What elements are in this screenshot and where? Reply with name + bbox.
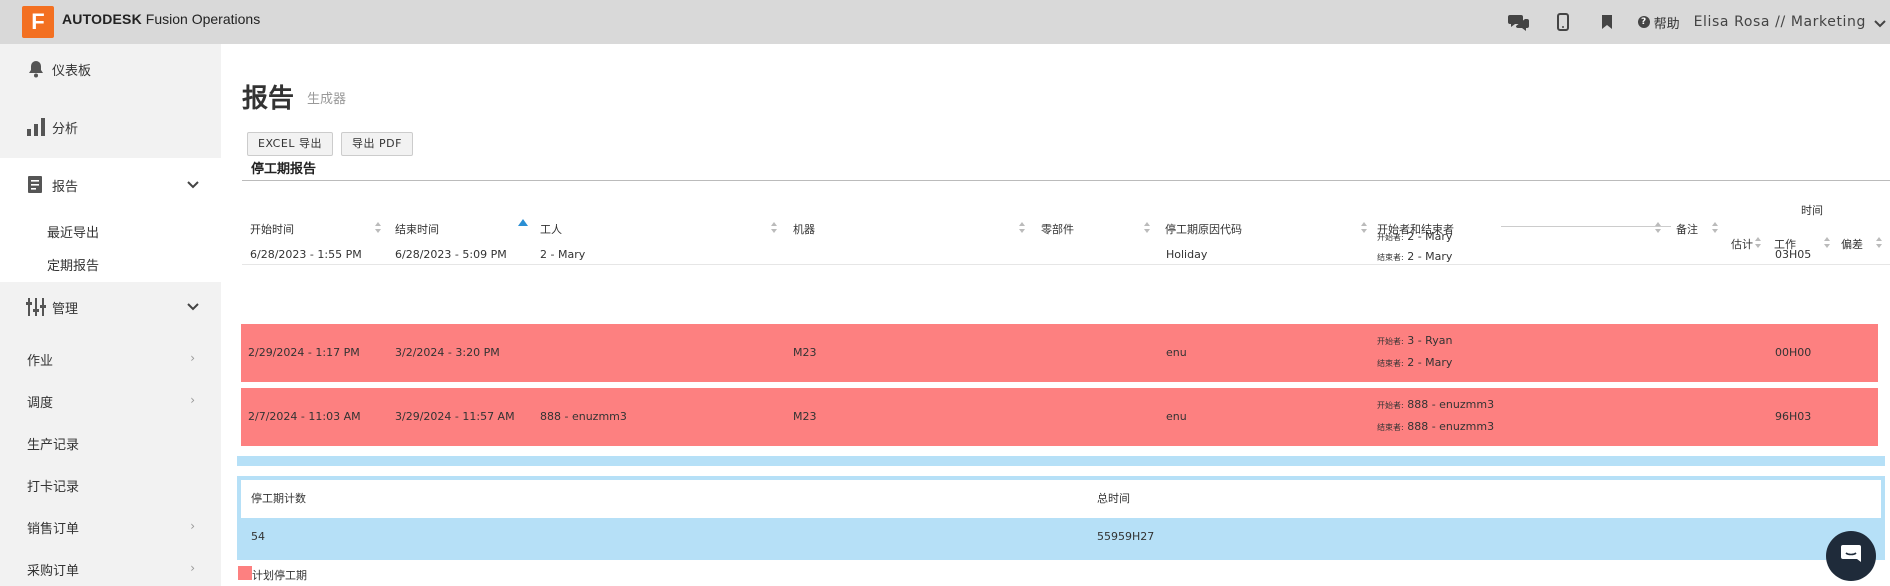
help-icon: ? (1637, 16, 1650, 28)
table-row[interactable]: 2/29/2024 - 1:17 PM 3/2/2024 - 3:20 PM M… (241, 324, 1878, 382)
cell-ender: 结束者: 888 - enuzmm3 (1377, 420, 1494, 433)
starter-value: 2 - Mary (1407, 230, 1453, 243)
sidebar-subitem-recent-exports[interactable]: 最近导出 (47, 222, 99, 241)
summary-row: 54 55959H27 (241, 518, 1881, 556)
cell-work-time: 96H03 (1775, 410, 1812, 423)
cell-start-time: 2/29/2024 - 1:17 PM (248, 346, 360, 359)
bookmark-icon[interactable] (1596, 11, 1618, 33)
sidebar-item-management[interactable]: 管理 (0, 294, 221, 320)
cell-machine: M23 (793, 410, 817, 423)
export-pdf-button[interactable]: 导出 PDF (341, 132, 413, 156)
chat-icon[interactable] (1507, 11, 1530, 33)
cell-ender: 结束者: 2 - Mary (1377, 356, 1452, 369)
ender-value: 2 - Mary (1407, 250, 1453, 263)
starter-label: 开始者: (1377, 233, 1404, 242)
chevron-down-icon (187, 178, 199, 193)
chevron-right-icon: › (190, 351, 195, 365)
bar-chart-icon (25, 116, 47, 138)
section-divider (242, 180, 1890, 181)
sidebar-item-label: 分析 (52, 121, 79, 137)
chevron-right-icon: › (190, 519, 195, 533)
table-footer-strip (237, 456, 1885, 466)
sidebar-item-analytics[interactable]: 分析 (0, 114, 221, 140)
cell-reason: enu (1166, 410, 1187, 423)
cell-start-time: 6/28/2023 - 1:55 PM (250, 248, 362, 261)
starter-label: 开始者: (1377, 401, 1404, 410)
sidebar-subitem-scheduled-reports[interactable]: 定期报告 (47, 255, 99, 274)
cell-end-time: 3/29/2024 - 11:57 AM (395, 410, 515, 423)
cell-work-time: 00H00 (1775, 346, 1812, 359)
summary-table: 停工期计数 总时间 54 55959H27 (237, 476, 1885, 560)
sidebar-item-dashboard[interactable]: 仪表板 (0, 56, 221, 82)
page-title: 报告 (242, 84, 295, 114)
starter-value: 3 - Ryan (1407, 334, 1453, 347)
legend-label: 计划停工期 (252, 569, 307, 582)
ender-label: 结束者: (1377, 253, 1404, 262)
report-icon (25, 174, 47, 196)
sliders-icon (25, 296, 47, 318)
chevron-right-icon: › (190, 393, 195, 407)
col-group-header-time: 时间 (1801, 204, 1823, 217)
page-subtitle: 生成器 (307, 92, 347, 107)
cell-machine: M23 (793, 346, 817, 359)
cell-reason: Holiday (1166, 248, 1208, 261)
sidebar-item-production-records[interactable]: 生产记录 (27, 434, 79, 453)
sidebar-item-label: 仪表板 (52, 63, 92, 79)
sidebar-item-label: 管理 (52, 301, 79, 317)
sort-ascending-icon[interactable] (518, 219, 528, 226)
sidebar-item-jobs[interactable]: 作业 (27, 350, 53, 369)
cell-worker: 888 - enuzmm3 (540, 410, 627, 423)
cell-worker: 2 - Mary (540, 248, 586, 261)
chevron-right-icon: › (190, 561, 195, 575)
report-section-title: 停工期报告 (251, 162, 317, 177)
cell-starter: 开始者: 888 - enuzmm3 (1377, 398, 1494, 411)
starter-label: 开始者: (1377, 337, 1404, 346)
cell-ender: 结束者: 2 - Mary (1377, 250, 1452, 263)
chevron-down-icon[interactable] (1874, 13, 1886, 32)
user-menu[interactable]: Elisa Rosa // Marketing (1694, 14, 1866, 30)
sidebar-item-punch-records[interactable]: 打卡记录 (27, 476, 79, 495)
export-excel-button[interactable]: EXCEL 导出 (247, 132, 333, 156)
ender-value: 2 - Mary (1407, 356, 1453, 369)
cell-work-time: 03H05 (1775, 248, 1812, 261)
starter-value: 888 - enuzmm3 (1407, 398, 1495, 411)
brand-name: AUTODESK Fusion Operations (62, 11, 260, 27)
summary-count-header: 停工期计数 (251, 492, 306, 505)
sidebar: 仪表板 分析 报告 最近导出 定期报告 管理 作业 › 调度 › 生产记录 打卡… (0, 44, 221, 586)
mobile-icon[interactable] (1552, 11, 1574, 33)
sidebar-item-scheduling[interactable]: 调度 (27, 392, 53, 411)
sidebar-item-sales-orders[interactable]: 销售订单 (27, 518, 79, 537)
summary-count-value: 54 (251, 530, 265, 543)
brand-product: Fusion Operations (145, 11, 261, 27)
brand-autodesk: AUTODESK (62, 11, 142, 27)
cell-starter: 开始者: 3 - Ryan (1377, 334, 1452, 347)
summary-total-value: 55959H27 (1097, 530, 1155, 543)
ender-label: 结束者: (1377, 359, 1404, 368)
sidebar-item-purchase-orders[interactable]: 采购订单 (27, 560, 79, 579)
summary-total-header: 总时间 (1097, 492, 1130, 505)
top-right-actions: ? 帮助 Elisa Rosa // Marketing (1486, 0, 1890, 44)
support-chat-button[interactable] (1826, 531, 1876, 581)
ender-value: 888 - enuzmm3 (1407, 420, 1495, 433)
sidebar-item-reports[interactable]: 报告 (0, 172, 221, 198)
chat-bubble-icon (1840, 543, 1862, 569)
cell-reason: enu (1166, 346, 1187, 359)
table-row[interactable]: 6/28/2023 - 1:55 PM 6/28/2023 - 5:09 PM … (241, 226, 1878, 284)
sidebar-item-label: 报告 (52, 179, 79, 195)
table-row[interactable]: 2/7/2024 - 11:03 AM 3/29/2024 - 11:57 AM… (241, 388, 1878, 446)
cell-start-time: 2/7/2024 - 11:03 AM (248, 410, 361, 423)
cell-starter: 开始者: 2 - Mary (1377, 230, 1452, 243)
bell-icon (25, 58, 47, 80)
top-bar: F AUTODESK Fusion Operations ? 帮助 Elisa … (0, 0, 1890, 44)
cell-end-time: 3/2/2024 - 3:20 PM (395, 346, 500, 359)
help-link[interactable]: ? 帮助 (1637, 13, 1680, 32)
legend-swatch (238, 566, 252, 580)
app-logo[interactable]: F (22, 6, 54, 38)
help-label: 帮助 (1653, 16, 1680, 32)
cell-end-time: 6/28/2023 - 5:09 PM (395, 248, 507, 261)
chevron-down-icon (187, 300, 199, 315)
ender-label: 结束者: (1377, 423, 1404, 432)
